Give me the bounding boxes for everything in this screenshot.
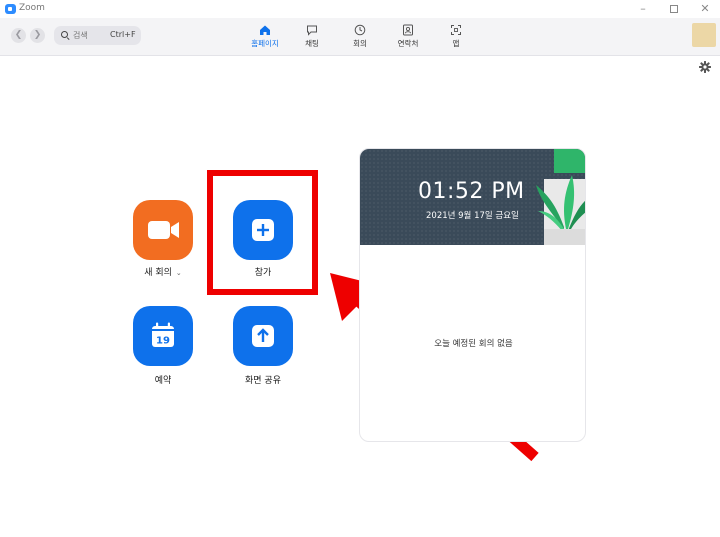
tab-meetings-label: 회의 (353, 39, 367, 48)
no-meetings-message: 오늘 예정된 회의 없음 (434, 339, 513, 349)
apps-icon (451, 25, 461, 35)
share-screen-button[interactable] (233, 306, 293, 366)
calendar-icon: 19 (152, 322, 174, 347)
gear-icon[interactable] (699, 61, 711, 73)
video-camera-icon (148, 221, 179, 239)
new-meeting-button[interactable] (133, 200, 193, 260)
upcoming-meetings-card: 01:52 PM 2021년 9월 17일 금요일 오늘 예정된 회의 없음 (359, 148, 586, 442)
tab-contacts-label: 연락처 (397, 39, 419, 48)
search-input[interactable] (73, 29, 107, 42)
chat-icon (307, 25, 317, 36)
plant-decoration-icon (536, 149, 585, 245)
avatar[interactable] (692, 23, 716, 47)
schedule-label: 예약 (154, 376, 172, 386)
clock-icon (354, 24, 366, 36)
contacts-icon (403, 24, 413, 36)
tab-meetings[interactable]: 회의 (340, 24, 380, 52)
top-toolbar: ❮ ❯ Ctrl+F 홈페이지 채팅 회의 (0, 18, 720, 56)
title-bar: Zoom – ✕ (0, 0, 720, 18)
tab-apps-label: 앱 (452, 39, 460, 48)
current-date: 2021년 9월 17일 금요일 (426, 211, 519, 221)
maximize-button[interactable] (663, 1, 685, 17)
tab-home-label: 홈페이지 (251, 39, 279, 48)
tab-chat-label: 채팅 (305, 39, 319, 48)
back-button[interactable]: ❮ (11, 28, 26, 43)
maximize-icon (670, 5, 678, 13)
forward-button[interactable]: ❯ (30, 28, 45, 43)
search-icon (61, 31, 68, 38)
home-icon (260, 25, 270, 35)
minimize-button[interactable]: – (632, 1, 654, 17)
upload-arrow-icon (252, 325, 274, 347)
zoom-logo-icon (5, 4, 16, 14)
share-screen-label: 화면 공유 (245, 376, 281, 386)
chevron-right-icon: ❯ (33, 30, 42, 40)
schedule-button[interactable]: 19 (133, 306, 193, 366)
tab-contacts[interactable]: 연락처 (388, 24, 428, 52)
highlight-box (207, 170, 318, 295)
window-title: Zoom (19, 3, 45, 13)
chevron-left-icon: ❮ (14, 30, 23, 40)
tab-apps[interactable]: 앱 (436, 24, 476, 52)
tab-chat[interactable]: 채팅 (292, 24, 332, 52)
new-meeting-text: 새 회의 (144, 268, 172, 278)
calendar-day: 19 (156, 336, 170, 347)
search-shortcut: Ctrl+F (110, 30, 136, 39)
card-header: 01:52 PM 2021년 9월 17일 금요일 (360, 149, 585, 245)
zoom-app-window: Zoom – ✕ ❮ ❯ Ctrl+F 홈페이지 채팅 (0, 0, 720, 537)
close-button[interactable]: ✕ (694, 1, 716, 17)
new-meeting-label: 새 회의 ⌄ (118, 265, 208, 278)
current-time: 01:52 PM (418, 179, 525, 204)
chevron-down-icon[interactable]: ⌄ (176, 269, 182, 277)
tab-home[interactable]: 홈페이지 (245, 24, 285, 52)
search-box[interactable]: Ctrl+F (54, 26, 141, 45)
